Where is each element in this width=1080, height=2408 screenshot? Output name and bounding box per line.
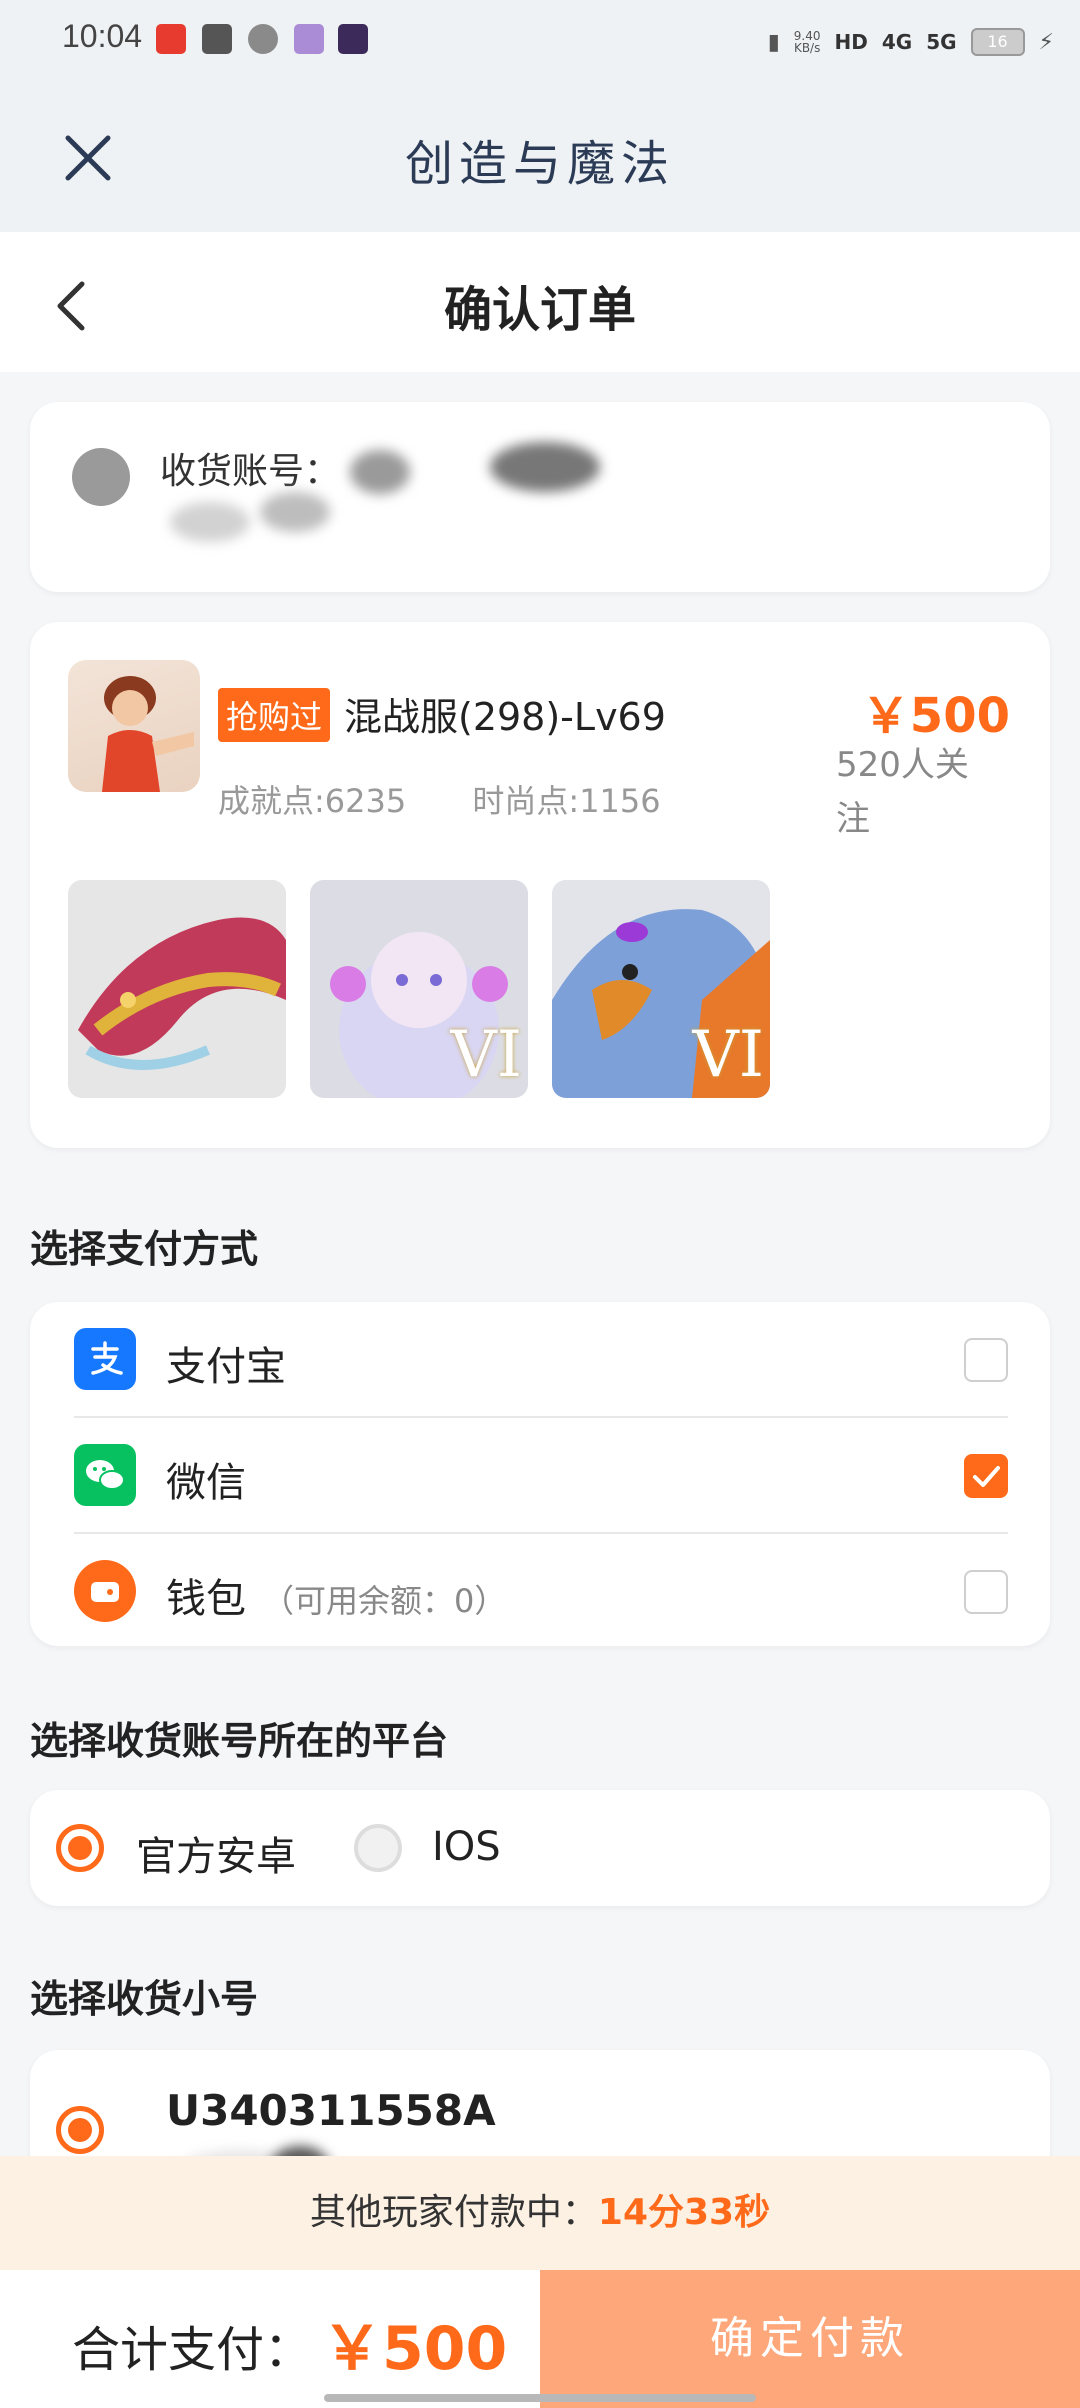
fashion-points: 时尚点:1156 bbox=[472, 782, 661, 820]
account-avatar bbox=[72, 448, 130, 506]
sub-account-section-title: 选择收货小号 bbox=[30, 1977, 259, 2021]
app-bar: 创造与魔法 bbox=[0, 80, 1080, 232]
sub-account-id: U340311558A bbox=[166, 2086, 496, 2135]
notification-app-icon bbox=[156, 24, 186, 54]
status-time: 10:04 bbox=[62, 18, 143, 54]
total-value: ￥500 bbox=[322, 2314, 508, 2384]
redacted-mark bbox=[350, 450, 410, 494]
card-app-icon bbox=[202, 24, 232, 54]
product-stats: 成就点:6235 时尚点:1156 bbox=[218, 776, 717, 822]
check-icon bbox=[973, 1466, 1000, 1487]
redacted-mark bbox=[260, 492, 330, 532]
purchased-badge: 抢购过 bbox=[218, 688, 331, 742]
page-header: 确认订单 bbox=[0, 232, 1080, 372]
wallet-icon bbox=[74, 1560, 136, 1622]
signal-4g-icon: 4G bbox=[881, 30, 913, 54]
timer-value: 14分33秒 bbox=[597, 2192, 771, 2233]
checkout-bar: 合计支付： ￥500 确定付款 bbox=[0, 2270, 1080, 2408]
payment-option-label: 钱包 （可用余额：0） bbox=[166, 1576, 507, 1622]
product-name: 混战服(298)-Lv69 bbox=[344, 695, 666, 739]
griffin-mount-thumbnail[interactable]: VI bbox=[552, 880, 770, 1098]
platform-section-title: 选择收货账号所在的平台 bbox=[30, 1719, 449, 1763]
account-label: 收货账号： bbox=[160, 451, 341, 492]
confirm-payment-button[interactable]: 确定付款 bbox=[540, 2270, 1080, 2408]
receiving-account-card[interactable]: 收货账号： bbox=[30, 402, 1050, 592]
payment-option-wechat[interactable]: 微信 bbox=[74, 1418, 1008, 1534]
wechat-icon bbox=[74, 1444, 136, 1506]
tier-mark: VI bbox=[692, 1018, 765, 1092]
home-indicator[interactable] bbox=[324, 2394, 756, 2402]
touch-app-icon bbox=[294, 24, 324, 54]
sub-account-radio[interactable] bbox=[56, 2106, 104, 2154]
payment-timer-bar: 其他玩家付款中：14分33秒 bbox=[0, 2156, 1080, 2270]
wallet-balance: （可用余额：0） bbox=[262, 1582, 507, 1620]
product-price: ￥500 bbox=[861, 688, 1010, 744]
platform-card: 官方安卓 IOS bbox=[30, 1790, 1050, 1906]
status-bar: 10:04 ▮ 9.40 KB/s HD 4G 5G 16 ⚡ bbox=[0, 0, 1080, 80]
dragon-mount-thumbnail[interactable] bbox=[68, 880, 286, 1098]
payment-methods-card: 支付宝 微信 钱包 （可用余额：0） bbox=[30, 1302, 1050, 1646]
alipay-checkbox[interactable] bbox=[964, 1338, 1008, 1382]
achievement-points: 成就点:6235 bbox=[218, 782, 407, 820]
total-label: 合计支付： bbox=[72, 2322, 313, 2378]
status-indicators: ▮ 9.40 KB/s HD 4G 5G 16 ⚡ bbox=[768, 22, 1054, 62]
wallet-checkbox[interactable] bbox=[964, 1570, 1008, 1614]
payment-option-label: 支付宝 bbox=[166, 1344, 286, 1390]
page-title: 确认订单 bbox=[443, 282, 636, 338]
wechat-notification-icon bbox=[248, 24, 278, 54]
platform-ios-label[interactable]: IOS bbox=[432, 1824, 501, 1870]
platform-ios-radio[interactable] bbox=[354, 1824, 402, 1872]
game-character-icon bbox=[68, 660, 200, 792]
signal-5g-icon: 5G bbox=[926, 30, 957, 54]
payment-option-alipay[interactable]: 支付宝 bbox=[74, 1302, 1008, 1418]
followers-count: 520人关注 bbox=[836, 745, 969, 839]
spirit-pet-thumbnail[interactable]: VI bbox=[310, 880, 528, 1098]
k-app-icon bbox=[338, 24, 368, 54]
alipay-icon bbox=[74, 1328, 136, 1390]
redacted-mark bbox=[170, 502, 250, 542]
net-speed: 9.40 KB/s bbox=[793, 29, 821, 55]
payment-option-label: 微信 bbox=[166, 1460, 246, 1506]
platform-android-radio[interactable] bbox=[56, 1824, 104, 1872]
charging-icon: ⚡ bbox=[1038, 29, 1054, 55]
tier-mark: VI bbox=[450, 1018, 523, 1092]
platform-android-label[interactable]: 官方安卓 bbox=[136, 1824, 296, 1882]
redacted-mark bbox=[490, 442, 600, 492]
payment-section-title: 选择支付方式 bbox=[30, 1227, 259, 1271]
hd-indicator: HD bbox=[834, 30, 868, 54]
battery-icon: 16 bbox=[970, 28, 1025, 56]
vibrate-icon: ▮ bbox=[767, 29, 780, 55]
wechat-checkbox[interactable] bbox=[964, 1454, 1008, 1498]
app-title: 创造与魔法 bbox=[404, 136, 675, 192]
timer-prefix: 其他玩家付款中： bbox=[309, 2192, 598, 2233]
product-card[interactable]: 抢购过 混战服(298)-Lv69 ￥500 520人关注 成就点:6235 时… bbox=[30, 622, 1050, 1148]
payment-option-wallet[interactable]: 钱包 （可用余额：0） bbox=[74, 1534, 1008, 1650]
